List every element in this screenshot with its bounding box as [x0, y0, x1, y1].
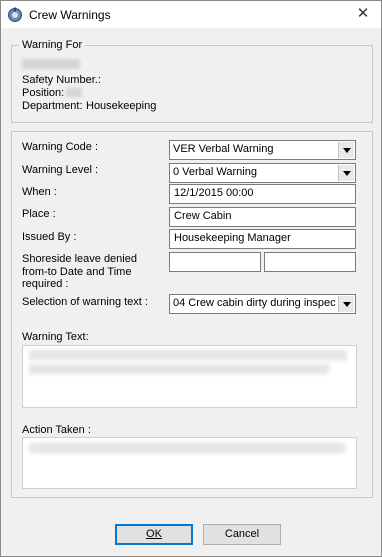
- warning-level-select[interactable]: 0 Verbal Warning: [169, 163, 356, 183]
- shoreside-to-input[interactable]: [264, 252, 356, 272]
- warning-text-select[interactable]: 04 Crew cabin dirty during inspect: [169, 294, 356, 314]
- action-taken-area[interactable]: [22, 437, 357, 489]
- redacted-position: [66, 88, 82, 97]
- action-taken-label: Action Taken :: [22, 424, 91, 436]
- chevron-down-icon[interactable]: [338, 165, 354, 181]
- issued-by-input[interactable]: Housekeeping Manager: [169, 229, 356, 249]
- position-label: Position:: [22, 87, 65, 99]
- redacted-warning-text-line1: [29, 350, 347, 360]
- safety-number-label: Safety Number.:: [22, 74, 101, 86]
- warning-text-label: Warning Text:: [22, 331, 89, 343]
- redacted-action-taken-line1: [29, 443, 345, 453]
- selection-label: Selection of warning text :: [22, 296, 148, 308]
- cancel-button-label: Cancel: [224, 528, 260, 540]
- window-title: Crew Warnings: [29, 8, 111, 22]
- place-input[interactable]: Crew Cabin: [169, 207, 356, 227]
- ok-button-label: OK: [146, 528, 162, 540]
- department-value: Housekeeping: [86, 100, 157, 112]
- place-label: Place :: [22, 208, 56, 220]
- warning-text-select-value: 04 Crew cabin dirty during inspect: [173, 297, 336, 309]
- shoreside-label-line2: from-to Date and Time: [22, 266, 132, 278]
- warning-code-select[interactable]: VER Verbal Warning: [169, 140, 356, 160]
- when-input[interactable]: 12/1/2015 00:00: [169, 184, 356, 204]
- warning-level-label: Warning Level :: [22, 164, 99, 176]
- shoreside-from-input[interactable]: [169, 252, 261, 272]
- warning-text-area[interactable]: [22, 345, 357, 408]
- chevron-down-icon[interactable]: [338, 296, 354, 312]
- issued-by-label: Issued By :: [22, 231, 77, 243]
- warning-level-value: 0 Verbal Warning: [173, 166, 257, 178]
- redacted-warning-text-line2: [29, 364, 329, 374]
- ok-button[interactable]: OK: [115, 524, 193, 545]
- when-label: When :: [22, 186, 57, 198]
- warning-code-label: Warning Code :: [22, 141, 99, 153]
- chevron-down-icon[interactable]: [338, 142, 354, 158]
- shoreside-label-line1: Shoreside leave denied: [22, 253, 137, 265]
- department-label: Department:: [22, 100, 83, 112]
- shoreside-label-line3: required :: [22, 278, 69, 290]
- cancel-button[interactable]: Cancel: [203, 524, 281, 545]
- redacted-name: [22, 59, 80, 69]
- close-icon[interactable]: ✕: [351, 3, 375, 25]
- crew-warnings-window: Crew Warnings ✕ Warning For Safety Numbe…: [0, 0, 382, 557]
- warning-for-legend: Warning For: [19, 39, 86, 51]
- app-icon: [8, 7, 22, 22]
- warning-code-value: VER Verbal Warning: [173, 143, 274, 155]
- title-bar: Crew Warnings ✕: [1, 1, 381, 28]
